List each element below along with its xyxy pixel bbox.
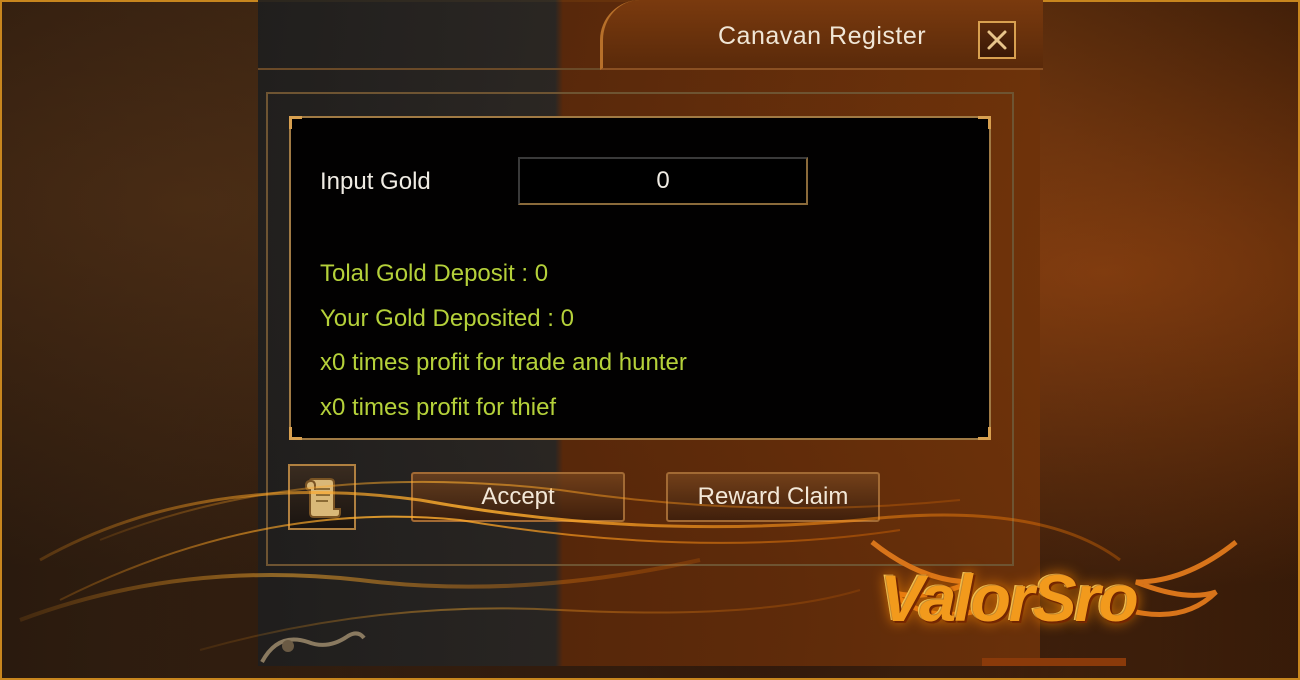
your-gold-deposited: Your Gold Deposited : 0 <box>320 305 574 332</box>
window-title: Canavan Register <box>718 22 927 50</box>
corner-ornament <box>260 631 366 663</box>
total-gold-deposit: Tolal Gold Deposit : 0 <box>320 260 549 287</box>
panel-corner <box>978 116 991 129</box>
scroll-button[interactable] <box>288 464 356 530</box>
thief-profit: x0 times profit for thief <box>320 394 557 421</box>
input-gold-label: Input Gold <box>320 168 431 195</box>
close-button[interactable] <box>978 21 1016 59</box>
close-icon <box>987 30 1007 50</box>
scroll-icon <box>304 478 341 518</box>
accept-button[interactable]: Accept <box>411 472 625 522</box>
gold-input[interactable] <box>518 157 808 205</box>
valorsro-logo-text: ValorSro <box>880 561 1139 635</box>
panel-corner <box>978 427 991 440</box>
panel-corner <box>289 427 302 440</box>
trade-hunter-profit: x0 times profit for trade and hunter <box>320 349 687 376</box>
reward-claim-button[interactable]: Reward Claim <box>666 472 880 522</box>
panel-corner <box>289 116 302 129</box>
